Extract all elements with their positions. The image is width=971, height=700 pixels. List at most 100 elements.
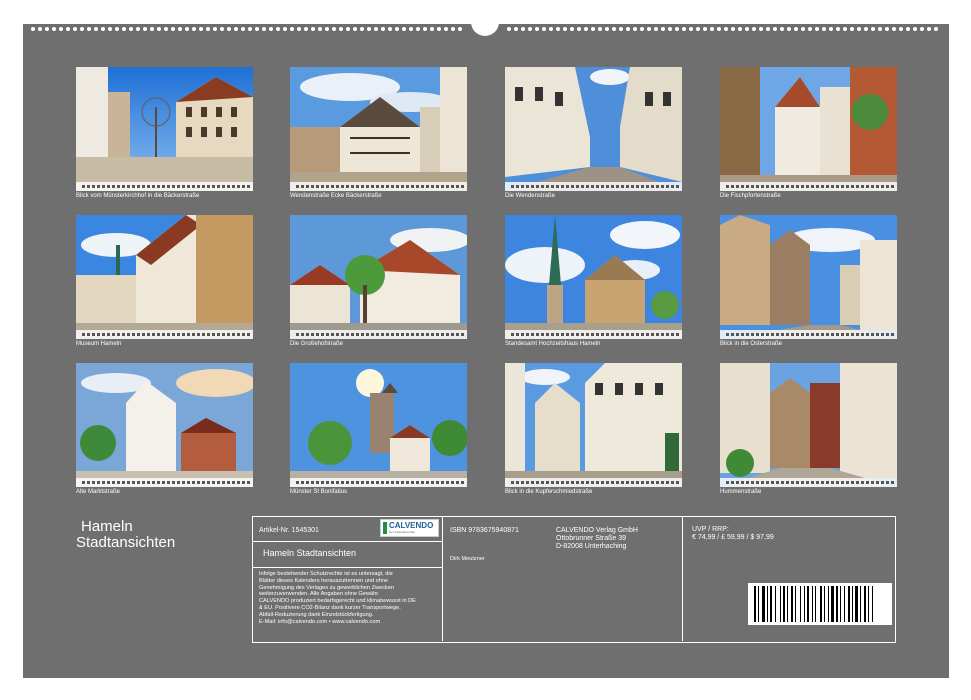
barcode-bar: [852, 586, 853, 622]
binding-dot: [143, 27, 147, 31]
binding-dot: [626, 27, 630, 31]
calendar-day-mark: [631, 333, 634, 336]
calendar-day-mark: [381, 333, 384, 336]
calendar-day-mark: [556, 333, 559, 336]
calendar-day-mark: [217, 185, 220, 188]
calendar-day-mark: [736, 481, 739, 484]
calendar-day-mark: [771, 481, 774, 484]
binding-dot: [59, 27, 63, 31]
barcode-bar: [868, 586, 869, 622]
thumbnail-3: [505, 67, 682, 191]
calendar-day-mark: [147, 481, 150, 484]
notice-line: weiterzuverwenden. Alle Angaben ohne Gew…: [259, 591, 380, 598]
calendar-day-mark: [451, 333, 454, 336]
calendar-day-mark: [631, 185, 634, 188]
calendar-day-mark: [531, 481, 534, 484]
calendar-day-mark: [431, 185, 434, 188]
calendar-day-mark: [791, 481, 794, 484]
calendar-day-mark: [237, 185, 240, 188]
thumbnail-caption: Museum Hameln: [76, 341, 122, 347]
calendar-day-mark: [82, 333, 85, 336]
calendar-day-mark: [831, 333, 834, 336]
calendar-day-mark: [237, 333, 240, 336]
calendar-day-mark: [856, 481, 859, 484]
calendar-day-mark: [316, 481, 319, 484]
calendar-day-mark: [656, 481, 659, 484]
calendar-day-mark: [416, 185, 419, 188]
calendar-day-mark: [766, 185, 769, 188]
calendar-day-mark: [521, 481, 524, 484]
binding-dot: [374, 27, 378, 31]
calendar-day-mark: [761, 481, 764, 484]
calendar-day-mark: [346, 185, 349, 188]
calendar-day-mark: [561, 185, 564, 188]
thumbnail-caption: Standesamt Hochzeitshaus Hameln: [505, 341, 601, 347]
calendar-day-mark: [202, 481, 205, 484]
calendar-strip: [505, 182, 682, 191]
calendar-day-mark: [451, 185, 454, 188]
binding-dot: [437, 27, 441, 31]
publisher-line-1: CALVENDO Verlag GmbH: [556, 527, 638, 534]
calendar-day-mark: [606, 481, 609, 484]
calendar-day-mark: [92, 481, 95, 484]
calendar-day-mark: [97, 333, 100, 336]
binding-dot: [689, 27, 693, 31]
calendar-day-mark: [851, 481, 854, 484]
calendar-day-mark: [237, 481, 240, 484]
calendar-day-mark: [871, 481, 874, 484]
calendar-day-mark: [436, 185, 439, 188]
calendar-day-mark: [541, 481, 544, 484]
calendar-strip: [290, 478, 467, 487]
binding-dot: [94, 27, 98, 31]
calendar-day-mark: [167, 481, 170, 484]
calendar-day-mark: [227, 481, 230, 484]
calendar-day-mark: [646, 333, 649, 336]
calendar-day-mark: [636, 333, 639, 336]
barcode-bar: [864, 586, 866, 622]
calendar-day-mark: [102, 333, 105, 336]
binding-dot: [402, 27, 406, 31]
calendar-day-mark: [112, 481, 115, 484]
calendar-day-mark: [556, 481, 559, 484]
calendar-day-mark: [227, 185, 230, 188]
calendar-day-mark: [826, 481, 829, 484]
barcode-bar: [754, 586, 756, 622]
calendar-day-mark: [361, 333, 364, 336]
calendar-day-mark: [137, 481, 140, 484]
calendar-day-mark: [726, 481, 729, 484]
calendar-day-mark: [731, 481, 734, 484]
calendar-day-mark: [147, 185, 150, 188]
calendar-day-mark: [436, 481, 439, 484]
calendar-day-mark: [396, 333, 399, 336]
calendar-day-mark: [102, 185, 105, 188]
binding-dot: [696, 27, 700, 31]
binding-dot: [227, 27, 231, 31]
calendar-day-mark: [556, 185, 559, 188]
calendar-day-mark: [886, 185, 889, 188]
binding-dot: [220, 27, 224, 31]
calendar-day-mark: [676, 481, 679, 484]
calendar-day-mark: [871, 185, 874, 188]
binding-dot: [892, 27, 896, 31]
calendar-day-mark: [321, 481, 324, 484]
calendar-day-mark: [806, 185, 809, 188]
calendar-day-mark: [207, 333, 210, 336]
calendar-day-mark: [441, 333, 444, 336]
calendar-day-mark: [112, 185, 115, 188]
binding-dot: [570, 27, 574, 31]
binding-dot: [717, 27, 721, 31]
calendar-day-mark: [866, 333, 869, 336]
thumbnail-caption: Die Großehofstraße: [290, 341, 344, 347]
calendar-day-mark: [152, 481, 155, 484]
calendar-day-mark: [381, 481, 384, 484]
calendar-day-mark: [786, 481, 789, 484]
product-title: Hameln Stadtansichten: [263, 548, 357, 558]
calendar-day-mark: [616, 481, 619, 484]
calendar-day-mark: [621, 185, 624, 188]
binding-dot: [122, 27, 126, 31]
calendar-day-mark: [751, 185, 754, 188]
calendar-day-mark: [876, 481, 879, 484]
calendar-day-mark: [841, 185, 844, 188]
calendar-day-mark: [811, 333, 814, 336]
calendar-day-mark: [321, 185, 324, 188]
